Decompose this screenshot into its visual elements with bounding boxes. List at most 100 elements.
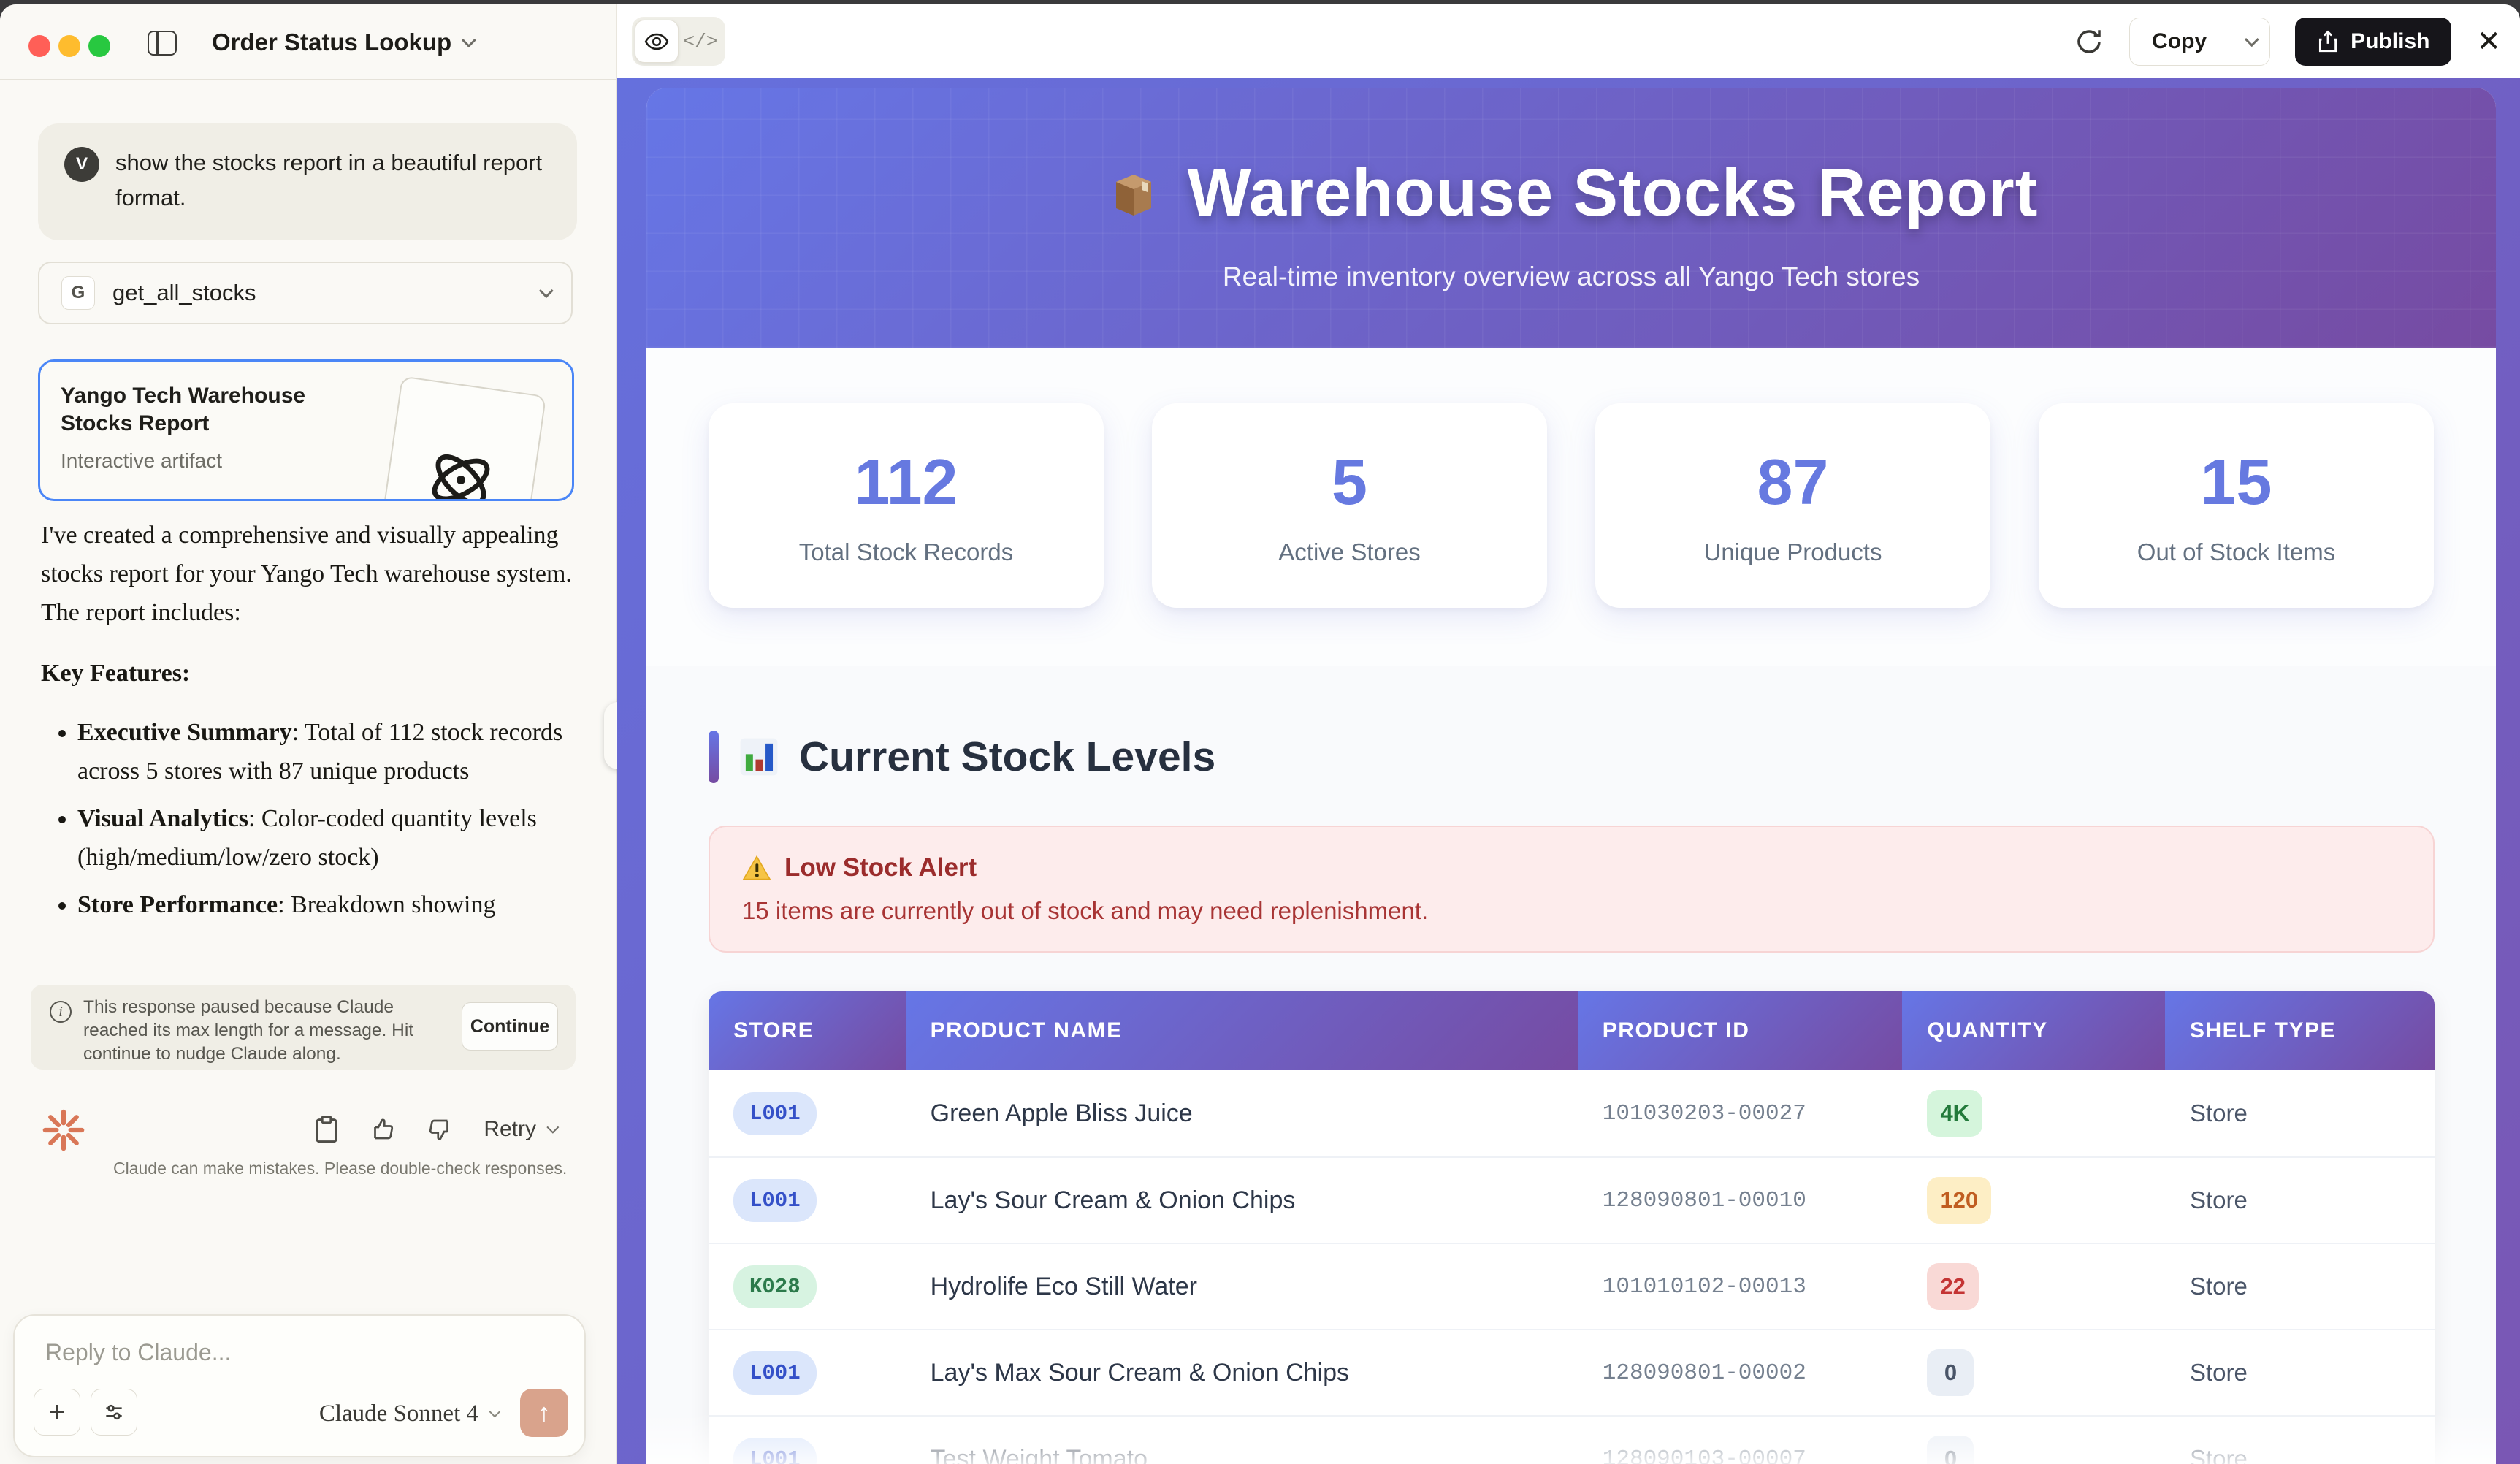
claude-logo-icon: [42, 1109, 85, 1151]
tools-button[interactable]: [91, 1389, 137, 1436]
stats-row: 112 Total Stock Records 5 Active Stores 87 Un…: [646, 348, 2496, 666]
store-badge: L001: [733, 1091, 817, 1135]
quantity-badge: 120: [1927, 1177, 1992, 1224]
table-cell: 4K: [1902, 1070, 2165, 1156]
product-id: 128090103-00007: [1602, 1446, 1806, 1464]
table-row[interactable]: L001 Lay's Max Sour Cream & Onion Chips 12…: [709, 1329, 2435, 1415]
copy-dropdown-button[interactable]: [2229, 18, 2269, 65]
disclaimer-text: Claude can make mistakes. Please double-…: [113, 1159, 568, 1178]
composer[interactable]: + Claude Sonnet 4 ↑: [13, 1314, 586, 1457]
alert-body: 15 items are currently out of stock and …: [742, 897, 1429, 924]
table-cell: 120: [1902, 1156, 2165, 1243]
tool-name: get_all_stocks: [112, 280, 256, 305]
thumbs-up-icon[interactable]: [370, 1116, 396, 1143]
conversation-title-menu[interactable]: Order Status Lookup: [212, 4, 476, 80]
copy-button[interactable]: Copy: [2130, 18, 2229, 65]
stat-value: 87: [1757, 446, 1829, 518]
table-cell: L001: [709, 1415, 906, 1464]
close-artifact-icon[interactable]: ✕: [2476, 25, 2501, 58]
stat-label: Out of Stock Items: [2137, 538, 2336, 565]
section-accent-bar: [709, 731, 719, 783]
warning-icon: [742, 855, 771, 880]
code-icon: </>: [683, 30, 718, 53]
stat-card: 112 Total Stock Records: [709, 403, 1104, 608]
product-name: Green Apple Bliss Juice: [930, 1099, 1193, 1127]
quantity-badge: 0: [1927, 1349, 1974, 1396]
model-picker[interactable]: Claude Sonnet 4: [319, 1400, 501, 1427]
tool-call-row[interactable]: G get_all_stocks: [38, 262, 573, 324]
table-cell: Store: [2164, 1156, 2435, 1243]
report-content: Current Stock Levels Low Stock Alert 15 …: [646, 666, 2496, 1464]
table-row[interactable]: L001 Green Apple Bliss Juice 101030203-000…: [709, 1070, 2435, 1156]
artifact-panel: </> Copy Publish ✕ Warehouse Stocks Repo…: [617, 4, 2520, 1464]
code-toggle-button[interactable]: </>: [679, 20, 722, 63]
report-title: Warehouse Stocks Report: [1187, 156, 2039, 230]
table-cell: 101030203-00027: [1577, 1070, 1903, 1156]
artifact-card[interactable]: Yango Tech Warehouse Stocks Report Inter…: [38, 359, 574, 501]
sidebar-toggle-icon[interactable]: [148, 31, 177, 56]
table-cell: Hydrolife Eco Still Water: [905, 1243, 1578, 1329]
table-header-cell: PRODUCT ID: [1577, 991, 1903, 1070]
reply-input[interactable]: [45, 1339, 484, 1366]
table-row[interactable]: L001 Test Weight Tomato 128090103-00007 0 St…: [709, 1415, 2435, 1464]
low-stock-alert: Low Stock Alert 15 items are currently o…: [709, 826, 2435, 953]
product-id: 101010102-00013: [1602, 1273, 1806, 1300]
store-badge: L001: [733, 1178, 817, 1222]
product-name: Lay's Sour Cream & Onion Chips: [930, 1186, 1296, 1214]
retry-button[interactable]: Retry: [484, 1117, 560, 1142]
stat-value: 15: [2200, 446, 2272, 518]
stat-value: 5: [1332, 446, 1367, 518]
shelf-type: Store: [2189, 1359, 2248, 1386]
quantity-badge: 22: [1927, 1263, 1979, 1310]
copy-response-icon[interactable]: [314, 1115, 339, 1144]
close-window-button[interactable]: [28, 35, 50, 57]
chevron-down-icon: [489, 1406, 501, 1418]
publish-button[interactable]: Publish: [2295, 17, 2452, 66]
user-message: V show the stocks report in a beautiful …: [38, 123, 577, 240]
publish-label: Publish: [2351, 28, 2430, 53]
table-row[interactable]: K028 Hydrolife Eco Still Water 101010102-0…: [709, 1243, 2435, 1329]
chevron-down-icon: [538, 283, 554, 299]
table-cell: 128090103-00007: [1577, 1415, 1903, 1464]
section-header: Current Stock Levels: [709, 731, 2435, 783]
table-cell: Store: [2164, 1329, 2435, 1415]
product-id: 128090801-00010: [1602, 1187, 1806, 1213]
shelf-type: Store: [2189, 1445, 2248, 1464]
package-icon: [1115, 174, 1151, 216]
thumbs-down-icon[interactable]: [427, 1116, 453, 1143]
zoom-window-button[interactable]: [88, 35, 110, 57]
chat-panel: Order Status Lookup V show the stocks re…: [0, 4, 617, 1464]
user-message-text: show the stocks report in a beautiful re…: [115, 150, 543, 210]
info-icon: i: [50, 1001, 72, 1023]
attach-button[interactable]: +: [34, 1389, 80, 1436]
table-header-cell: STORE: [709, 991, 906, 1070]
store-badge: L001: [733, 1351, 817, 1395]
product-id: 101030203-00027: [1602, 1100, 1806, 1126]
table-cell: Store: [2164, 1415, 2435, 1464]
artifact-thumbnail: [375, 375, 547, 499]
feature-item: Executive Summary: Total of 112 stock re…: [77, 713, 583, 790]
titlebar: Order Status Lookup: [0, 4, 616, 80]
table-row[interactable]: L001 Lay's Sour Cream & Onion Chips 128090…: [709, 1156, 2435, 1243]
conversation-title: Order Status Lookup: [212, 28, 452, 56]
stat-card: 15 Out of Stock Items: [2039, 403, 2434, 608]
table-cell: Store: [2164, 1243, 2435, 1329]
tool-badge: G: [61, 276, 95, 310]
store-badge: L001: [733, 1437, 817, 1464]
continue-button[interactable]: Continue: [462, 1002, 558, 1051]
table-cell: 0: [1902, 1415, 2165, 1464]
preview-toggle-button[interactable]: [635, 20, 679, 63]
quantity-badge: 4K: [1927, 1090, 1983, 1137]
report-subtitle: Real-time inventory overview across all …: [1222, 262, 1920, 291]
message-actions-row: Retry: [0, 1106, 584, 1157]
app-window: Order Status Lookup V show the stocks re…: [0, 4, 2520, 1464]
refresh-icon[interactable]: [2074, 26, 2104, 57]
send-button[interactable]: ↑: [520, 1389, 568, 1437]
section-title: Current Stock Levels: [799, 733, 1216, 780]
stat-label: Active Stores: [1278, 538, 1421, 565]
table-cell: L001: [709, 1329, 906, 1415]
minimize-window-button[interactable]: [58, 35, 80, 57]
table-header-row: STORE PRODUCT NAME PRODUCT ID QUANTITY SHELF…: [709, 991, 2435, 1070]
stock-table: STORE PRODUCT NAME PRODUCT ID QUANTITY SHELF…: [709, 991, 2435, 1464]
table-cell: L001: [709, 1070, 906, 1156]
